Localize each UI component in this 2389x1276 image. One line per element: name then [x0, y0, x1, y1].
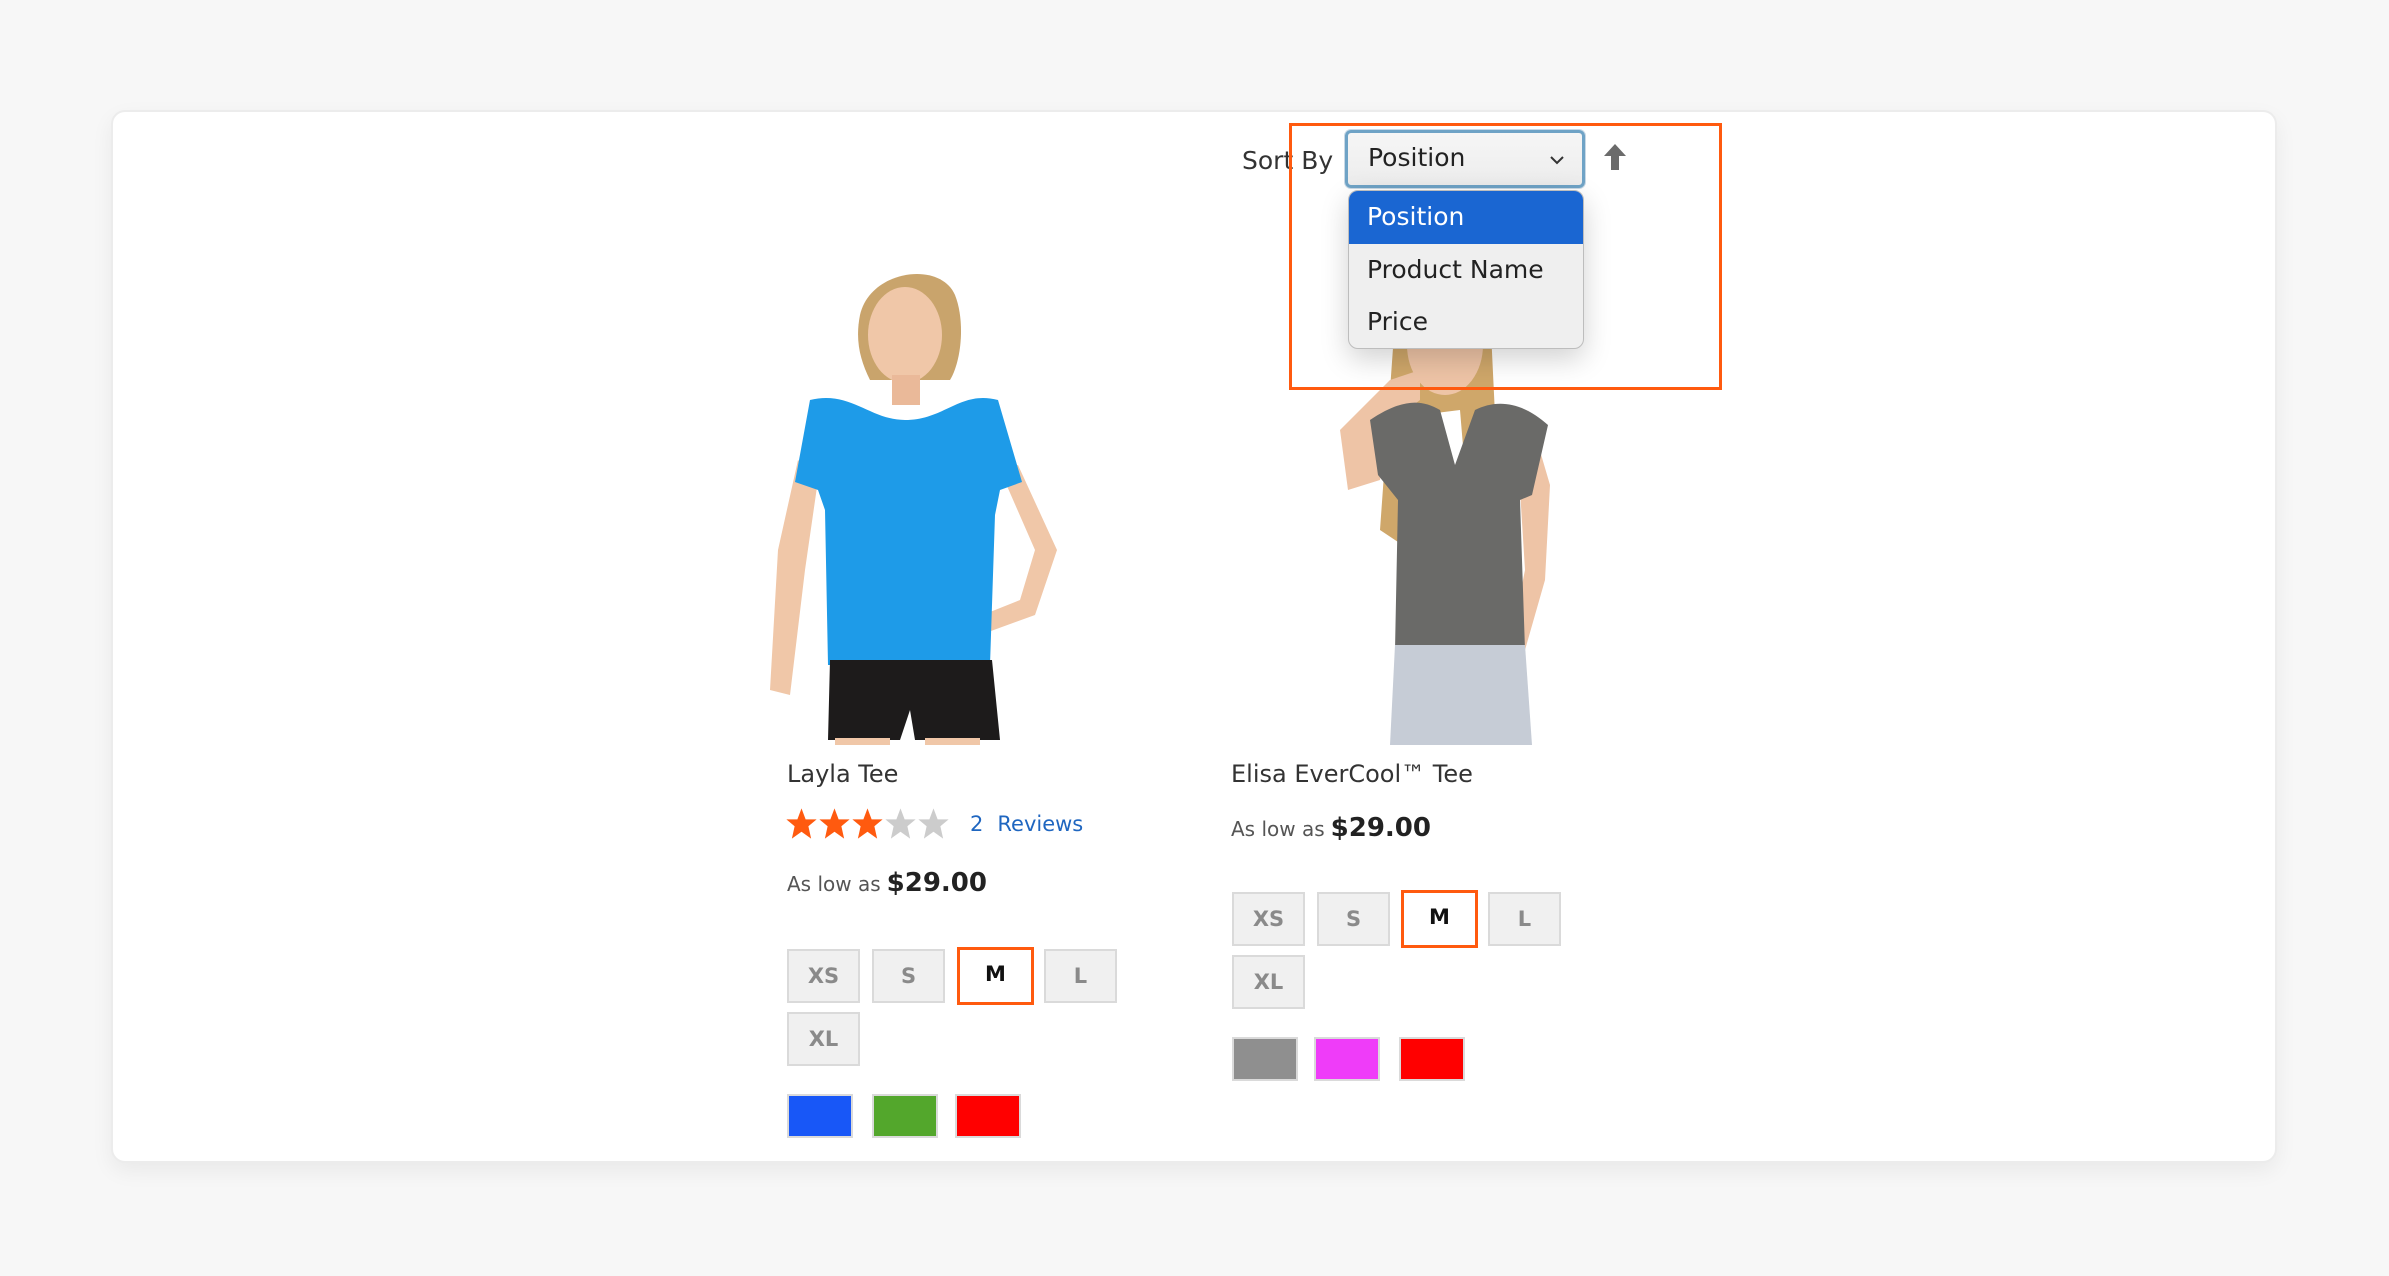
arrow-up-icon[interactable]	[1602, 142, 1628, 172]
size-swatch-s[interactable]: S	[1317, 892, 1390, 946]
review-label: Reviews	[997, 811, 1084, 836]
price-prefix: As low as	[1231, 817, 1325, 841]
color-swatch-purple[interactable]	[1314, 1037, 1380, 1081]
color-swatch-blue[interactable]	[787, 1094, 853, 1138]
size-swatch-xs[interactable]: XS	[787, 949, 860, 1003]
star-filled-icon	[852, 808, 883, 839]
price-box: As low as $29.00	[787, 868, 987, 898]
sort-option-product-name[interactable]: Product Name	[1349, 244, 1583, 296]
size-swatch-xl[interactable]: XL	[787, 1012, 860, 1066]
rating-summary: 2 Reviews	[785, 807, 1083, 840]
color-swatch-green[interactable]	[872, 1094, 938, 1138]
sort-by-options-list: Position Product Name Price	[1348, 190, 1584, 349]
size-swatch-xl[interactable]: XL	[1232, 955, 1305, 1009]
image-shirt	[795, 397, 1022, 665]
product-name-link[interactable]: Layla Tee	[787, 760, 898, 788]
star-empty-icon	[918, 808, 949, 839]
chevron-down-icon	[1550, 156, 1564, 165]
reviews-link[interactable]: 2 Reviews	[970, 812, 1083, 836]
price-prefix: As low as	[787, 872, 881, 896]
product-name-link[interactable]: Elisa EverCool™ Tee	[1231, 760, 1473, 788]
price-box: As low as $29.00	[1231, 813, 1431, 843]
color-swatch-red[interactable]	[1399, 1037, 1465, 1081]
review-count: 2	[970, 811, 984, 836]
price-value: $29.00	[886, 868, 987, 898]
star-filled-icon	[786, 808, 817, 839]
product-image-layla-tee[interactable]	[700, 250, 1200, 745]
size-swatch-l[interactable]: L	[1488, 892, 1561, 946]
sort-by-selected-value: Position	[1368, 143, 1466, 172]
sort-option-position[interactable]: Position	[1349, 191, 1583, 244]
sort-by-select[interactable]: Position	[1345, 130, 1585, 188]
price-value: $29.00	[1330, 813, 1431, 843]
star-empty-icon	[885, 808, 916, 839]
size-swatch-m[interactable]: M	[1401, 890, 1478, 948]
sort-option-price[interactable]: Price	[1349, 296, 1583, 348]
sort-by-label: Sort By	[1242, 146, 1334, 175]
color-swatch-gray[interactable]	[1232, 1037, 1298, 1081]
color-swatch-red[interactable]	[955, 1094, 1021, 1138]
size-swatch-s[interactable]: S	[872, 949, 945, 1003]
star-filled-icon	[819, 808, 850, 839]
size-swatch-xs[interactable]: XS	[1232, 892, 1305, 946]
size-swatch-m[interactable]: M	[957, 947, 1034, 1005]
size-swatch-l[interactable]: L	[1044, 949, 1117, 1003]
